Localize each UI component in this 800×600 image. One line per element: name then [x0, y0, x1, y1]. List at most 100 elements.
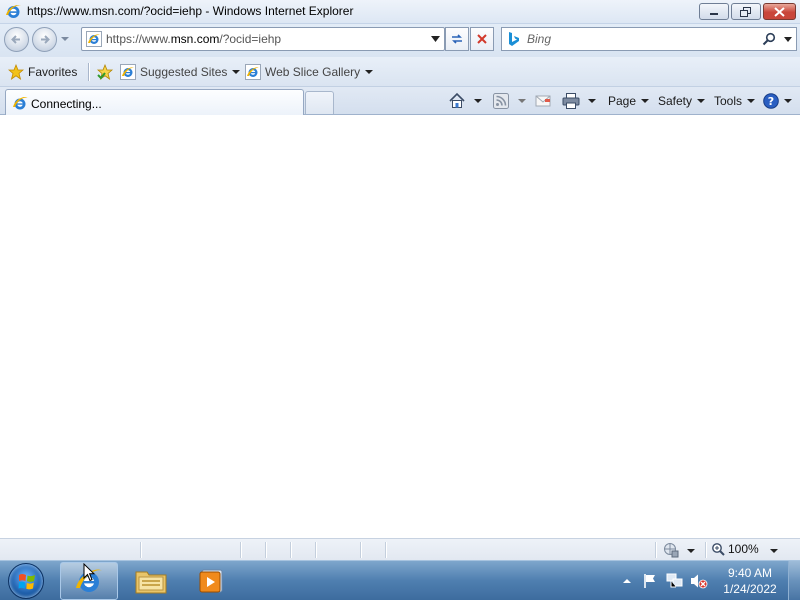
restore-icon	[740, 6, 751, 17]
help-menu[interactable]: ?	[763, 91, 792, 111]
suggested-sites-label: Suggested Sites	[140, 65, 228, 79]
window-title: https://www.msn.com/?ocid=iehp - Windows…	[27, 4, 354, 18]
forward-arrow-icon	[41, 35, 50, 44]
folder-icon	[135, 571, 167, 594]
volume-muted-icon[interactable]	[690, 573, 708, 589]
printer-icon	[562, 93, 580, 109]
favorites-separator	[88, 63, 89, 81]
taskbar-media-player[interactable]	[182, 562, 240, 600]
windows-taskbar: 9:40 AM 1/24/2022	[0, 560, 800, 600]
page-content-area[interactable]	[0, 115, 800, 538]
page-icon	[86, 31, 102, 47]
compatibility-view-button[interactable]	[445, 27, 469, 51]
url-prefix: https://www.	[106, 32, 171, 46]
zoom-control[interactable]: 100%	[711, 542, 759, 556]
clock-date: 1/24/2022	[723, 582, 777, 596]
tab-connecting[interactable]: Connecting...	[5, 89, 304, 116]
home-icon	[449, 92, 465, 108]
search-box[interactable]: Bing	[501, 27, 797, 51]
safety-menu-label: Safety	[658, 94, 693, 108]
feeds-button[interactable]	[493, 91, 526, 111]
windows-logo-icon	[18, 574, 35, 590]
action-center-flag-icon[interactable]	[642, 573, 658, 589]
suggested-sites-link[interactable]: Suggested Sites	[120, 62, 241, 82]
add-favorites-star-icon	[96, 64, 114, 80]
chevron-down-icon[interactable]	[518, 99, 526, 103]
minimize-icon	[710, 12, 718, 15]
home-button[interactable]	[448, 91, 482, 111]
new-tab-button[interactable]	[305, 91, 334, 114]
chevron-down-icon	[232, 70, 241, 74]
url-text: https://www.msn.com/?ocid=iehp	[106, 32, 281, 46]
mouse-cursor-icon	[83, 563, 95, 582]
chevron-down-icon	[747, 99, 756, 103]
status-divider	[290, 542, 291, 558]
chevron-down-icon	[365, 70, 374, 74]
zoom-dropdown-icon[interactable]	[770, 549, 778, 553]
safety-menu[interactable]: Safety	[658, 91, 706, 111]
status-divider	[705, 542, 706, 558]
forward-button[interactable]	[32, 27, 57, 52]
system-clock[interactable]: 9:40 AM 1/24/2022	[715, 565, 785, 597]
zoom-icon	[712, 543, 725, 556]
show-hidden-icons-icon[interactable]	[622, 577, 632, 585]
search-icon[interactable]	[762, 32, 776, 46]
web-slice-gallery-label: Web Slice Gallery	[265, 65, 361, 79]
taskbar-windows-explorer[interactable]	[122, 562, 180, 600]
recent-pages-dropdown-icon[interactable]	[60, 34, 70, 44]
read-mail-button[interactable]	[535, 91, 551, 111]
favorites-button[interactable]: Favorites	[8, 62, 77, 82]
protected-mode-icon[interactable]	[663, 542, 679, 558]
print-button[interactable]	[562, 91, 596, 111]
page-menu[interactable]: Page	[608, 91, 650, 111]
media-player-icon	[199, 569, 223, 593]
internet-explorer-icon	[6, 5, 21, 18]
web-slice-gallery-link[interactable]: Web Slice Gallery	[245, 62, 374, 82]
tab-label: Connecting...	[31, 97, 102, 111]
navigation-bar: https://www.msn.com/?ocid=iehp Bing	[0, 24, 800, 57]
clock-time: 9:40 AM	[727, 566, 773, 580]
start-button[interactable]	[8, 563, 44, 599]
address-bar[interactable]: https://www.msn.com/?ocid=iehp	[81, 27, 445, 51]
ie-loading-icon	[13, 97, 28, 110]
chevron-down-icon	[697, 99, 706, 103]
page-menu-label: Page	[608, 94, 637, 108]
compatibility-view-icon	[452, 34, 462, 44]
zoom-level: 100%	[728, 542, 759, 556]
status-divider	[265, 542, 266, 558]
chevron-down-icon[interactable]	[474, 99, 482, 103]
add-to-favorites-bar-button[interactable]	[96, 62, 114, 82]
mail-icon	[535, 95, 551, 107]
chevron-down-icon	[641, 99, 650, 103]
help-icon: ?	[763, 93, 779, 109]
status-bar: 100%	[0, 538, 800, 560]
stop-x-icon	[477, 34, 487, 44]
ie-page-icon	[120, 64, 136, 80]
status-divider	[360, 542, 361, 558]
back-button[interactable]	[4, 27, 29, 52]
rss-feed-icon	[493, 93, 509, 109]
tools-menu[interactable]: Tools	[714, 91, 756, 111]
status-divider	[315, 542, 316, 558]
close-button[interactable]	[763, 3, 796, 20]
chevron-down-icon[interactable]	[687, 549, 695, 553]
status-divider	[385, 542, 386, 558]
back-arrow-icon	[11, 35, 20, 44]
tools-menu-label: Tools	[714, 94, 743, 108]
minimize-button[interactable]	[699, 3, 729, 20]
url-suffix: /?ocid=iehp	[219, 32, 282, 46]
bing-logo-icon	[509, 32, 519, 46]
address-dropdown-icon[interactable]	[431, 35, 440, 43]
status-divider	[140, 542, 141, 558]
url-domain: msn.com	[170, 32, 220, 46]
show-desktop-button[interactable]	[788, 561, 800, 600]
title-bar: https://www.msn.com/?ocid=iehp - Windows…	[0, 0, 800, 24]
chevron-down-icon	[784, 99, 792, 103]
stop-button[interactable]	[470, 27, 494, 51]
search-options-dropdown-icon[interactable]	[784, 36, 792, 43]
status-divider	[240, 542, 241, 558]
chevron-down-icon[interactable]	[588, 99, 596, 103]
restore-button[interactable]	[731, 3, 761, 20]
network-icon[interactable]	[666, 573, 684, 589]
close-icon	[774, 6, 785, 17]
